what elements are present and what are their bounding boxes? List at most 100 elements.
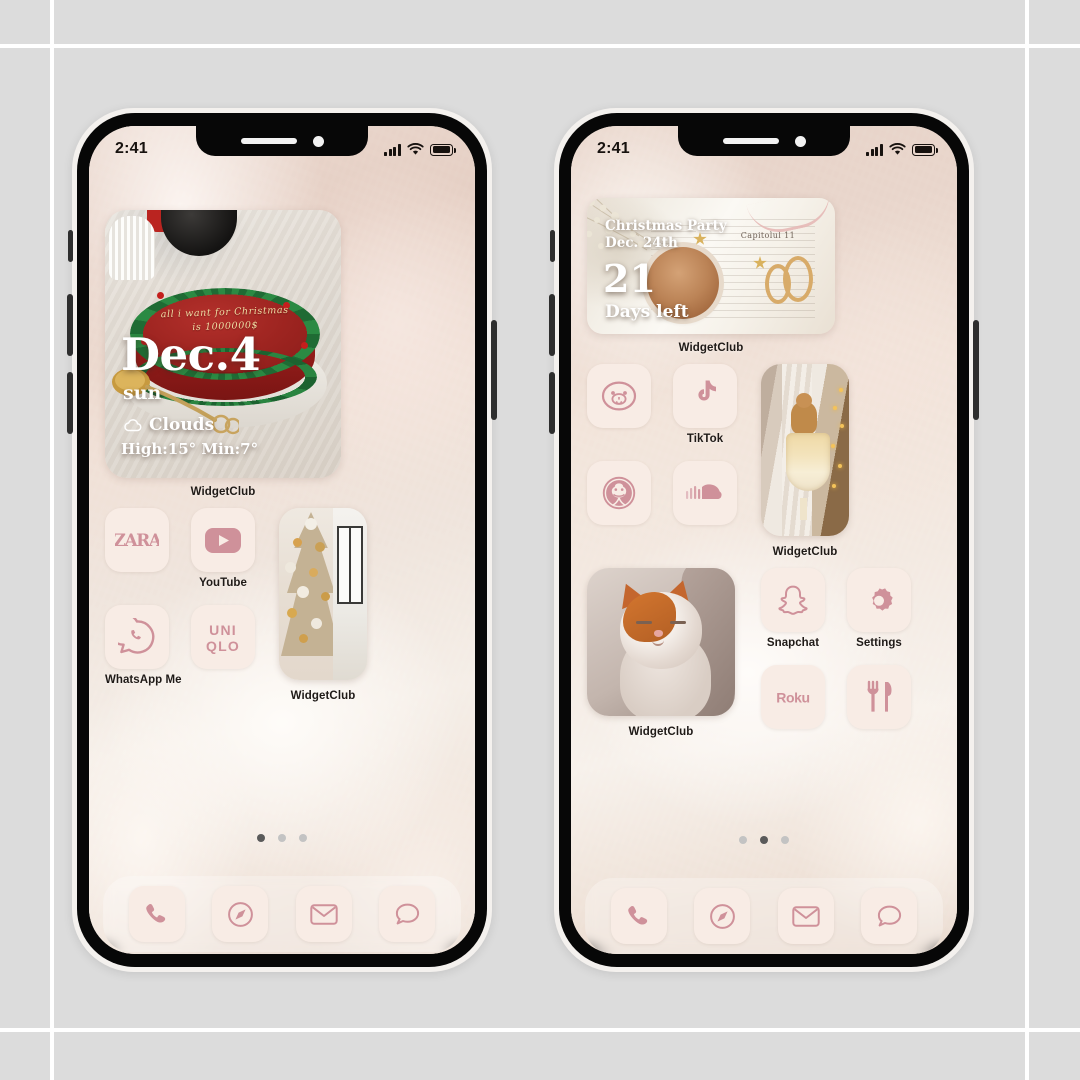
app-restaurant[interactable] <box>847 665 911 734</box>
page-dot[interactable] <box>299 834 307 842</box>
phone-body: 2:41 <box>77 113 487 967</box>
gear-icon <box>872 588 893 611</box>
power-button[interactable] <box>491 320 497 420</box>
notch <box>678 126 850 156</box>
phone-handset-icon <box>146 903 166 923</box>
dock-app-safari[interactable] <box>212 886 269 942</box>
page-dot[interactable] <box>781 836 789 844</box>
dock-app-phone[interactable] <box>610 888 667 944</box>
page-dot[interactable] <box>739 836 747 844</box>
app-tile[interactable] <box>105 605 169 669</box>
countdown-number: 21 <box>603 256 656 301</box>
dock-app-mail[interactable] <box>295 886 352 942</box>
app-tile[interactable] <box>673 461 737 525</box>
silent-switch[interactable] <box>550 230 555 262</box>
battery-icon <box>912 143 938 156</box>
tiktok-icon <box>698 380 716 401</box>
app-tile[interactable] <box>847 665 911 729</box>
app-zara[interactable]: ZARA <box>105 508 169 589</box>
screenshot-canvas: 2:41 all i want for Christmas is 1000000… <box>0 0 1080 1080</box>
dock-app-mail[interactable] <box>777 888 834 944</box>
page-dots[interactable] <box>89 834 475 842</box>
widget-photo-cat[interactable] <box>587 568 735 716</box>
power-button[interactable] <box>973 320 979 420</box>
cat-nose <box>653 630 663 638</box>
phone-screen: 2:41 <box>571 126 957 954</box>
uniqlo-icon: UNI QLO <box>206 622 239 654</box>
app-label: Settings <box>856 637 902 649</box>
volume-up-button[interactable] <box>67 294 73 356</box>
widget-label-countdown: WidgetClub <box>678 342 744 354</box>
app-whatsapp[interactable]: WhatsApp Me <box>105 605 182 686</box>
tree-photo-window <box>333 508 367 680</box>
app-tile[interactable] <box>191 508 255 572</box>
app-tile[interactable] <box>761 568 825 632</box>
app-snapchat[interactable]: Snapchat <box>761 568 825 649</box>
app-roku[interactable]: Roku <box>761 665 825 734</box>
gold-hoop-earring <box>765 264 791 304</box>
volume-up-button[interactable] <box>549 294 555 356</box>
whatsapp-icon <box>118 618 155 654</box>
page-dot[interactable] <box>278 834 286 842</box>
widget-date: Dec.4 <box>121 328 261 381</box>
widget-calendar-weather[interactable]: all i want for Christmas is 1000000$ Dec… <box>105 210 341 478</box>
dock-app-messages[interactable] <box>861 888 918 944</box>
widget-photo-tree[interactable] <box>279 508 367 680</box>
app-starbucks[interactable] <box>587 461 651 530</box>
book-chapter-heading: Capitolul 11 <box>740 230 796 240</box>
cat-eye-right <box>669 621 686 625</box>
cellular-bars-icon <box>866 143 883 156</box>
page-dot[interactable] <box>760 836 768 844</box>
svg-text:Roku: Roku <box>776 690 809 706</box>
dock-app-messages[interactable] <box>379 886 436 942</box>
tree-photo <box>279 508 367 680</box>
page-dots[interactable] <box>571 836 957 844</box>
gingerbread-man <box>790 392 817 434</box>
status-time: 2:41 <box>115 140 148 157</box>
cloud-icon <box>124 418 142 431</box>
app-tile[interactable]: ZARA <box>105 508 169 572</box>
app-settings[interactable]: Settings <box>847 568 911 649</box>
dock <box>103 876 461 952</box>
status-indicators <box>866 142 938 156</box>
cellular-bars-icon <box>384 143 401 156</box>
widget-photo-dessert[interactable] <box>761 364 849 536</box>
app-uniqlo[interactable]: UNI QLO <box>191 605 255 686</box>
app-label: YouTube <box>199 577 247 589</box>
app-tile[interactable]: UNI QLO <box>191 605 255 669</box>
front-camera-icon <box>312 135 324 147</box>
christmas-tree-shape <box>281 512 341 656</box>
silent-switch[interactable] <box>68 230 73 262</box>
dock <box>585 878 943 954</box>
speech-bubble-icon <box>877 905 901 926</box>
dock-app-safari[interactable] <box>694 888 751 944</box>
page-dot[interactable] <box>257 834 265 842</box>
volume-down-button[interactable] <box>549 372 555 434</box>
app-tile[interactable] <box>673 364 737 428</box>
widget-label-tree: WidgetClub <box>290 690 356 702</box>
countdown-event-name: Christmas Party <box>605 218 727 234</box>
app-tile[interactable]: Roku <box>761 665 825 729</box>
app-tile[interactable] <box>587 461 651 525</box>
status-time: 2:41 <box>597 140 630 157</box>
app-youtube[interactable]: YouTube <box>191 508 255 589</box>
widget-countdown[interactable]: Capitolul 11 Christmas Party Dec. 24th 2… <box>587 198 835 334</box>
widget-condition-row: Clouds <box>123 415 214 435</box>
app-tile[interactable] <box>847 568 911 632</box>
cat-eye-left <box>635 621 652 625</box>
envelope-icon <box>310 903 338 925</box>
snapchat-ghost-icon <box>778 585 808 615</box>
volume-down-button[interactable] <box>67 372 73 434</box>
roku-icon: Roku <box>776 690 810 706</box>
app-line[interactable] <box>587 364 651 445</box>
app-label: Snapchat <box>766 637 820 649</box>
grid-line-horizontal-top <box>0 44 1080 48</box>
app-tile[interactable] <box>587 364 651 428</box>
app-soundcloud[interactable] <box>673 461 737 530</box>
countdown-event-date: Dec. 24th <box>605 235 678 252</box>
soundcloud-icon <box>686 484 722 499</box>
dessert-glass <box>785 432 830 491</box>
dock-app-phone[interactable] <box>128 886 185 942</box>
app-tiktok[interactable]: TikTok <box>673 364 737 445</box>
phone-right: 2:41 Capitolul 11 Christmas Party Dec. 2… <box>549 108 979 972</box>
